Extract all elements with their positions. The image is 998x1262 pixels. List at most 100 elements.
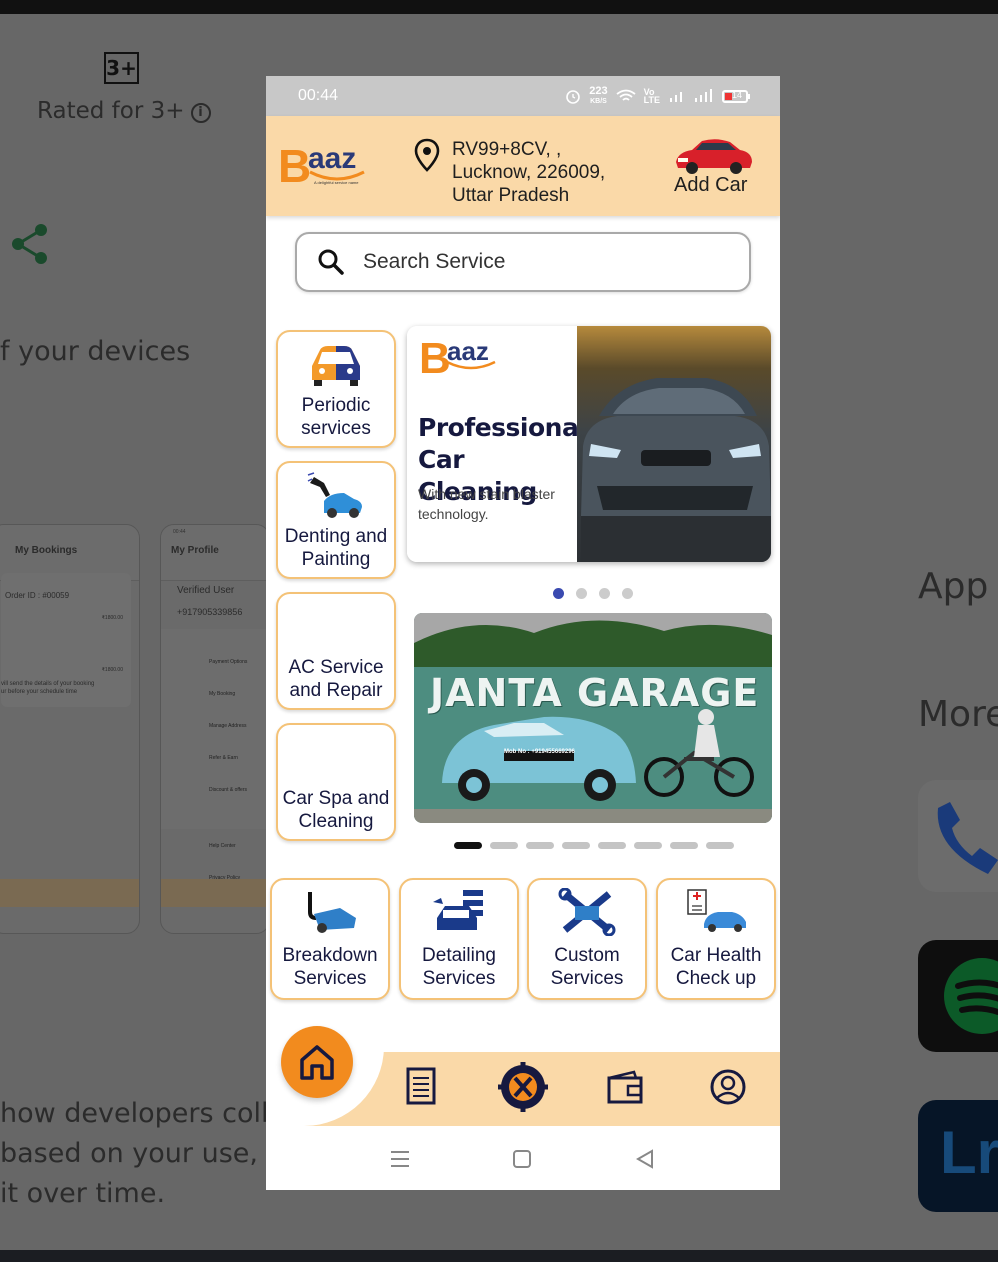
- service-custom[interactable]: Custom Services: [527, 878, 647, 1000]
- screenshot-thumbnail-bookings[interactable]: My Bookings Order ID : #00059 ₹1800.00 ₹…: [0, 524, 140, 934]
- service-label: Car Health Check up: [670, 945, 762, 989]
- privacy-text-line-1: how developers colle: [0, 1098, 286, 1129]
- section-title-more[interactable]: More: [918, 694, 998, 735]
- battery-icon: 14: [722, 89, 750, 103]
- address-line: Lucknow, 226009,: [452, 162, 606, 183]
- service-label: Custom Services: [550, 945, 624, 989]
- current-address[interactable]: RV99+8CV, , Lucknow, 226009, Uttar Prade…: [452, 138, 605, 207]
- promo-pager: [553, 588, 633, 599]
- network-speed: 223 KB/S: [589, 84, 608, 105]
- pager-dot[interactable]: [622, 588, 633, 599]
- profile-icon[interactable]: [709, 1068, 747, 1106]
- home-icon: [300, 1045, 334, 1080]
- health-check-icon: [687, 889, 746, 932]
- spray-paint-icon: [307, 472, 362, 518]
- services-icon[interactable]: [496, 1060, 550, 1114]
- lightroom-icon: Lr: [940, 1119, 998, 1186]
- section-title-app-support[interactable]: App s: [918, 566, 998, 607]
- wallet-icon[interactable]: [606, 1070, 644, 1104]
- alarm-icon: [566, 90, 581, 104]
- service-detailing[interactable]: Detailing Services: [399, 878, 519, 1000]
- tools-icon: [558, 888, 616, 936]
- thumb-amount: ₹1800.00: [101, 615, 123, 621]
- recents-icon[interactable]: [390, 1150, 410, 1168]
- service-label: AC Service and Repair: [288, 657, 384, 701]
- service-label: Car Spa and Cleaning: [282, 788, 390, 832]
- thumb-time: 00:44: [173, 529, 186, 535]
- garage-banner[interactable]: JANTA GARAGE Mob No : +919455669296: [414, 613, 772, 823]
- pager-dash[interactable]: [634, 842, 662, 849]
- wifi-icon: [616, 89, 636, 101]
- service-denting-painting[interactable]: Denting and Painting: [276, 461, 396, 579]
- service-ac-repair[interactable]: AC Service and Repair: [276, 592, 396, 710]
- pager-dash[interactable]: [562, 842, 590, 849]
- pager-dot[interactable]: [553, 588, 564, 599]
- pager-dash[interactable]: [706, 842, 734, 849]
- lightroom-app-card[interactable]: Lr: [918, 1100, 998, 1212]
- pager-dot[interactable]: [576, 588, 587, 599]
- thumb-nav: [0, 879, 139, 907]
- spotify-app-card[interactable]: [918, 940, 998, 1052]
- location-pin-icon[interactable]: [414, 138, 440, 172]
- service-periodic[interactable]: Periodic services: [276, 330, 396, 448]
- garage-photo: [414, 613, 772, 823]
- address-line: RV99+8CV, ,: [452, 139, 562, 160]
- garage-plate: Mob No : +919455669296: [504, 749, 575, 755]
- thumb-menu-item: Help Center: [209, 843, 236, 849]
- thumb-phone: +917905339856: [177, 607, 243, 617]
- pager-dash[interactable]: [598, 842, 626, 849]
- pager-dot[interactable]: [599, 588, 610, 599]
- service-label: Periodic services: [301, 395, 371, 439]
- home-system-icon[interactable]: [513, 1150, 531, 1168]
- thumb-amount: ₹1800.00: [101, 667, 123, 673]
- service-breakdown[interactable]: Breakdown Services: [270, 878, 390, 1000]
- phone-screenshot: 00:44 223 KB/S Vo LTE 14 B aaz A delightfu…: [266, 76, 780, 1190]
- pager-dash[interactable]: [490, 842, 518, 849]
- phone-icon: [937, 802, 998, 874]
- detailing-icon: [433, 890, 483, 930]
- red-car-icon[interactable]: [672, 136, 754, 176]
- promo-text-panel: B aaz Professional Car Cleaning With new …: [407, 326, 587, 562]
- car-front-icon: [312, 346, 360, 386]
- pager-dash[interactable]: [526, 842, 554, 849]
- thumb-order: Order ID : #00059: [5, 591, 70, 600]
- thumb-card: Order ID : #00059 ₹1800.00 ₹1800.00 vill…: [1, 573, 131, 707]
- service-car-spa[interactable]: Car Spa and Cleaning: [276, 723, 396, 841]
- address-line: Uttar Pradesh: [452, 185, 570, 206]
- app-header: B aaz A delightful service name RV99+8CV…: [266, 116, 780, 216]
- tow-truck-icon: [308, 892, 356, 933]
- service-label: Denting and Painting: [284, 526, 388, 570]
- service-health-check[interactable]: Car Health Check up: [656, 878, 776, 1000]
- garage-title: JANTA GARAGE: [430, 671, 760, 715]
- banner-logo: B aaz: [419, 336, 509, 386]
- garage-pager: [454, 842, 734, 849]
- pager-dash[interactable]: [454, 842, 482, 849]
- pager-dash[interactable]: [670, 842, 698, 849]
- content-rating-badge: 3+: [104, 52, 139, 84]
- nav-home-button[interactable]: [281, 1026, 353, 1098]
- promo-subtext: With new stain blaster technology.: [418, 486, 555, 522]
- bookings-icon[interactable]: [405, 1066, 437, 1106]
- search-placeholder: Search Service: [363, 250, 506, 273]
- privacy-text-line-2: based on your use, reg: [0, 1138, 311, 1169]
- privacy-text-line-3: it over time.: [0, 1178, 166, 1209]
- screen-top-bar: [0, 0, 998, 14]
- phone-app-card[interactable]: [918, 780, 998, 892]
- rating-label: Rated for 3+ i: [37, 98, 211, 124]
- promo-banner[interactable]: B aaz Professional Car Cleaning With new …: [407, 326, 771, 562]
- share-icon[interactable]: [10, 222, 50, 266]
- search-input[interactable]: Search Service: [295, 232, 751, 292]
- thumb-user: Verified User: [177, 585, 235, 596]
- baaz-logo: B aaz A delightful service name: [278, 142, 378, 192]
- devices-text: f your devices: [0, 336, 191, 367]
- spotify-icon: [944, 958, 998, 1034]
- back-icon[interactable]: [636, 1149, 654, 1169]
- signal-icon: [670, 92, 682, 102]
- add-car-button[interactable]: Add Car: [674, 174, 747, 197]
- service-label: Breakdown Services: [282, 945, 378, 989]
- info-icon[interactable]: i: [190, 103, 211, 123]
- screenshot-thumbnail-profile[interactable]: My Profile 00:44 Verified User +91790533…: [160, 524, 270, 934]
- search-icon: [318, 249, 344, 275]
- status-time: 00:44: [298, 87, 339, 104]
- thumb-note: ur before your schedule time: [1, 689, 78, 695]
